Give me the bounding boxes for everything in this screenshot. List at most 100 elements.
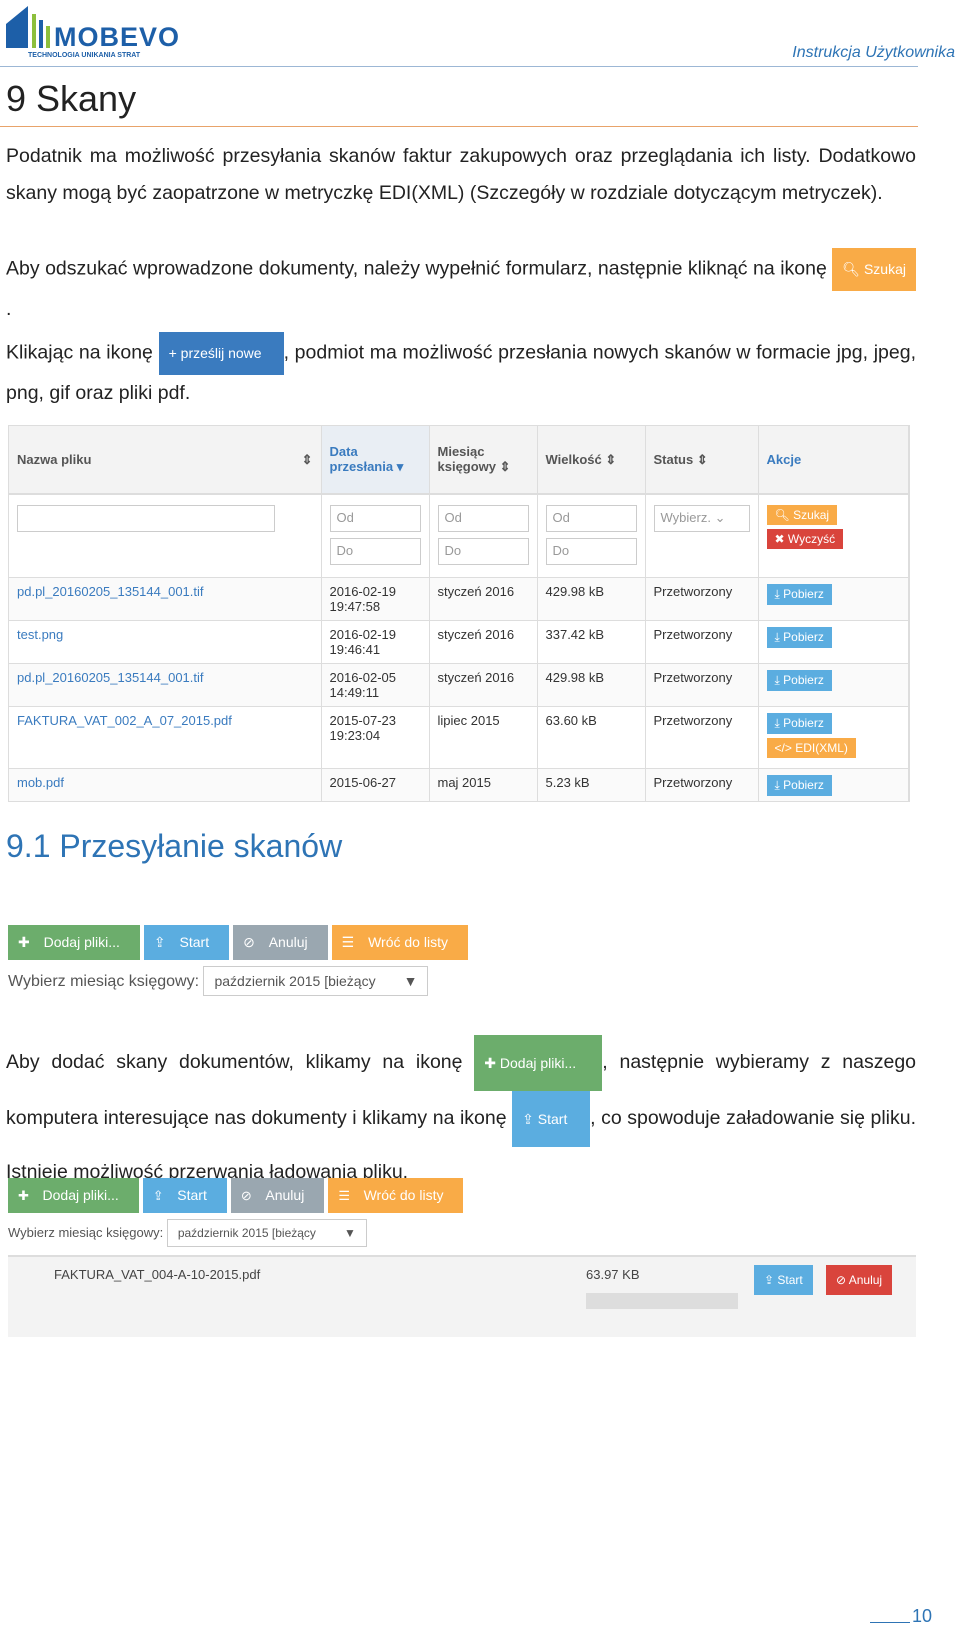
logo-tagline: TECHNOLOGIA UNIKANIA STRAT (28, 52, 141, 59)
table-row: test.png 2016-02-19 19:46:41 styczeń 2016… (9, 620, 909, 664)
add-files-button[interactable]: ✚ Dodaj pliki... (8, 925, 140, 960)
filename-filter-input[interactable] (17, 505, 275, 532)
month-from-input[interactable]: Od (437, 505, 529, 532)
date-from-input[interactable]: Od (329, 505, 421, 532)
table-row: pd.pl_20160205_135144_001.tif 2016-02-19… (9, 577, 909, 621)
download-button[interactable]: ⤓ Pobierz (766, 775, 832, 796)
label: Dodaj pliki... (43, 934, 120, 950)
col-date[interactable]: Data przesłania ▾ (321, 426, 430, 495)
header-title: Instrukcja Użytkownika (792, 44, 955, 61)
month-to-input[interactable]: Do (437, 538, 529, 565)
accounting-month: lipiec 2015 (429, 706, 538, 769)
file-size: 429.98 kB (537, 577, 646, 621)
size-from-input[interactable]: Od (545, 505, 637, 532)
upload-date: 2015-06-27 (329, 775, 397, 790)
label: Anuluj (265, 1187, 305, 1203)
month-label: Wybierz miesiąc księgowy: (8, 1225, 164, 1240)
intro-paragraph: Podatnik ma możliwość przesyłania skanów… (6, 145, 916, 204)
label: Anuluj (268, 934, 308, 950)
start-button[interactable]: ⇪ Start (143, 925, 230, 960)
header-label: Wielkość (545, 451, 602, 467)
accounting-month: styczeń 2016 (429, 663, 538, 707)
sort-desc-icon: ▾ (396, 459, 404, 474)
file-link[interactable]: FAKTURA_VAT_002_A_07_2015.pdf (17, 713, 232, 728)
chevron-down-icon: ⌄ (714, 510, 726, 525)
col-size[interactable]: Wielkość ⇕ (537, 426, 646, 495)
search-button[interactable]: 🔍︎ Szukaj (766, 505, 838, 525)
download-button[interactable]: ⤓ Pobierz (766, 670, 832, 691)
search-icon-example: 🔍︎ Szukaj (832, 248, 916, 291)
scans-table: Nazwa pliku ⇕ Data przesłania ▾ Miesiąc … (9, 426, 909, 801)
cancel-button[interactable]: ⊘ Anuluj (233, 925, 328, 960)
scans-table-screenshot: Nazwa pliku ⇕ Data przesłania ▾ Miesiąc … (8, 425, 910, 802)
file-cancel-button[interactable]: ⊘ Anuluj (826, 1265, 893, 1295)
label: Pobierz (783, 716, 824, 730)
sort-icon: ⇕ (301, 451, 313, 467)
accounting-month: styczeń 2016 (429, 577, 538, 621)
label: Start (179, 934, 210, 950)
month-select[interactable]: październik 2015 [bieżący ▼ (166, 1219, 367, 1247)
label: Pobierz (783, 587, 824, 601)
label: Szukaj (793, 508, 830, 522)
label: Wyczyść (787, 532, 836, 546)
file-size: 63.97 KB (586, 1267, 640, 1282)
label: prześlij nowe (180, 345, 262, 361)
upload-toolbar-screenshot: ✚ Dodaj pliki... ⇪ Start ⊘ Anuluj ☰ Wróć… (8, 925, 468, 996)
accounting-month: styczeń 2016 (429, 620, 538, 664)
text: Klikając na ikonę (6, 341, 159, 364)
clear-button[interactable]: ✖ Wyczyść (766, 529, 844, 549)
download-button[interactable]: ⤓ Pobierz (766, 713, 832, 734)
start-button[interactable]: ⇪ Start (142, 1178, 227, 1213)
status: Przetworzony (645, 663, 759, 707)
section-title: 9 Skany (6, 78, 137, 119)
label: Wróć do listy (363, 1187, 444, 1203)
add-files-icon-example: ✚ Dodaj pliki... (474, 1035, 603, 1091)
upload-progress-screenshot: ✚ Dodaj pliki... ⇪ Start ⊘ Anuluj ☰ Wróć… (8, 1178, 916, 1337)
date-to-input[interactable]: Do (329, 538, 421, 565)
file-start-button[interactable]: ⇪ Start (754, 1265, 813, 1295)
edi-xml-button[interactable]: </> EDI(XML) (766, 738, 856, 758)
label: Dodaj pliki... (42, 1187, 119, 1203)
col-name[interactable]: Nazwa pliku ⇕ (9, 426, 322, 495)
size-to-input[interactable]: Do (545, 538, 637, 565)
search-paragraph: Aby odszukać wprowadzone dokumenty, nale… (6, 248, 916, 328)
col-month[interactable]: Miesiąc księgowy ⇕ (429, 426, 538, 495)
dropdown-arrow-icon: ▼ (343, 1226, 356, 1240)
status-select[interactable]: Wybierz. ⌄ (653, 505, 750, 532)
table-row: FAKTURA_VAT_002_A_07_2015.pdf 2015-07-23… (9, 706, 909, 769)
logo (4, 4, 54, 53)
label: Dodaj pliki... (499, 1055, 577, 1071)
header-label: Status (653, 451, 694, 467)
back-to-list-button[interactable]: ☰ Wróć do listy (331, 925, 468, 960)
upload-time: 19:47:58 (329, 599, 381, 614)
month-select[interactable]: październik 2015 [bieżący ▼ (203, 966, 429, 996)
month-select-value: październik 2015 [bieżący (214, 973, 376, 989)
label: EDI(XML) (795, 741, 848, 755)
label: Pobierz (783, 673, 824, 687)
upload-time: 19:23:04 (329, 728, 381, 743)
text: . (6, 298, 12, 320)
upload-date: 2016-02-19 (329, 584, 397, 599)
table-row: mob.pdf 2015-06-27 maj 2015 5.23 kB Prze… (9, 768, 909, 801)
back-to-list-button[interactable]: ☰ Wróć do listy (328, 1178, 464, 1213)
title-underline (0, 126, 918, 127)
label: Start (777, 1273, 803, 1287)
add-files-button[interactable]: ✚ Dodaj pliki... (8, 1178, 139, 1213)
logo-mark (6, 6, 50, 48)
file-link[interactable]: mob.pdf (17, 775, 64, 790)
footer-line (870, 1622, 910, 1623)
file-size: 337.42 kB (537, 620, 646, 664)
file-link[interactable]: pd.pl_20160205_135144_001.tif (17, 584, 204, 599)
month-select-value: październik 2015 [bieżący (177, 1226, 316, 1240)
cancel-button[interactable]: ⊘ Anuluj (230, 1178, 325, 1213)
label: Pobierz (783, 778, 824, 792)
file-link[interactable]: pd.pl_20160205_135144_001.tif (17, 670, 204, 685)
file-link[interactable]: test.png (17, 627, 63, 642)
download-button[interactable]: ⤓ Pobierz (766, 627, 832, 648)
text: Aby odszukać wprowadzone dokumenty, nale… (6, 257, 833, 280)
download-button[interactable]: ⤓ Pobierz (766, 584, 832, 605)
col-status[interactable]: Status ⇕ (645, 426, 759, 495)
upload-date: 2015-07-23 (329, 713, 397, 728)
upload-date: 2016-02-05 (329, 670, 397, 685)
logo-name: MOBEVO (54, 22, 181, 52)
